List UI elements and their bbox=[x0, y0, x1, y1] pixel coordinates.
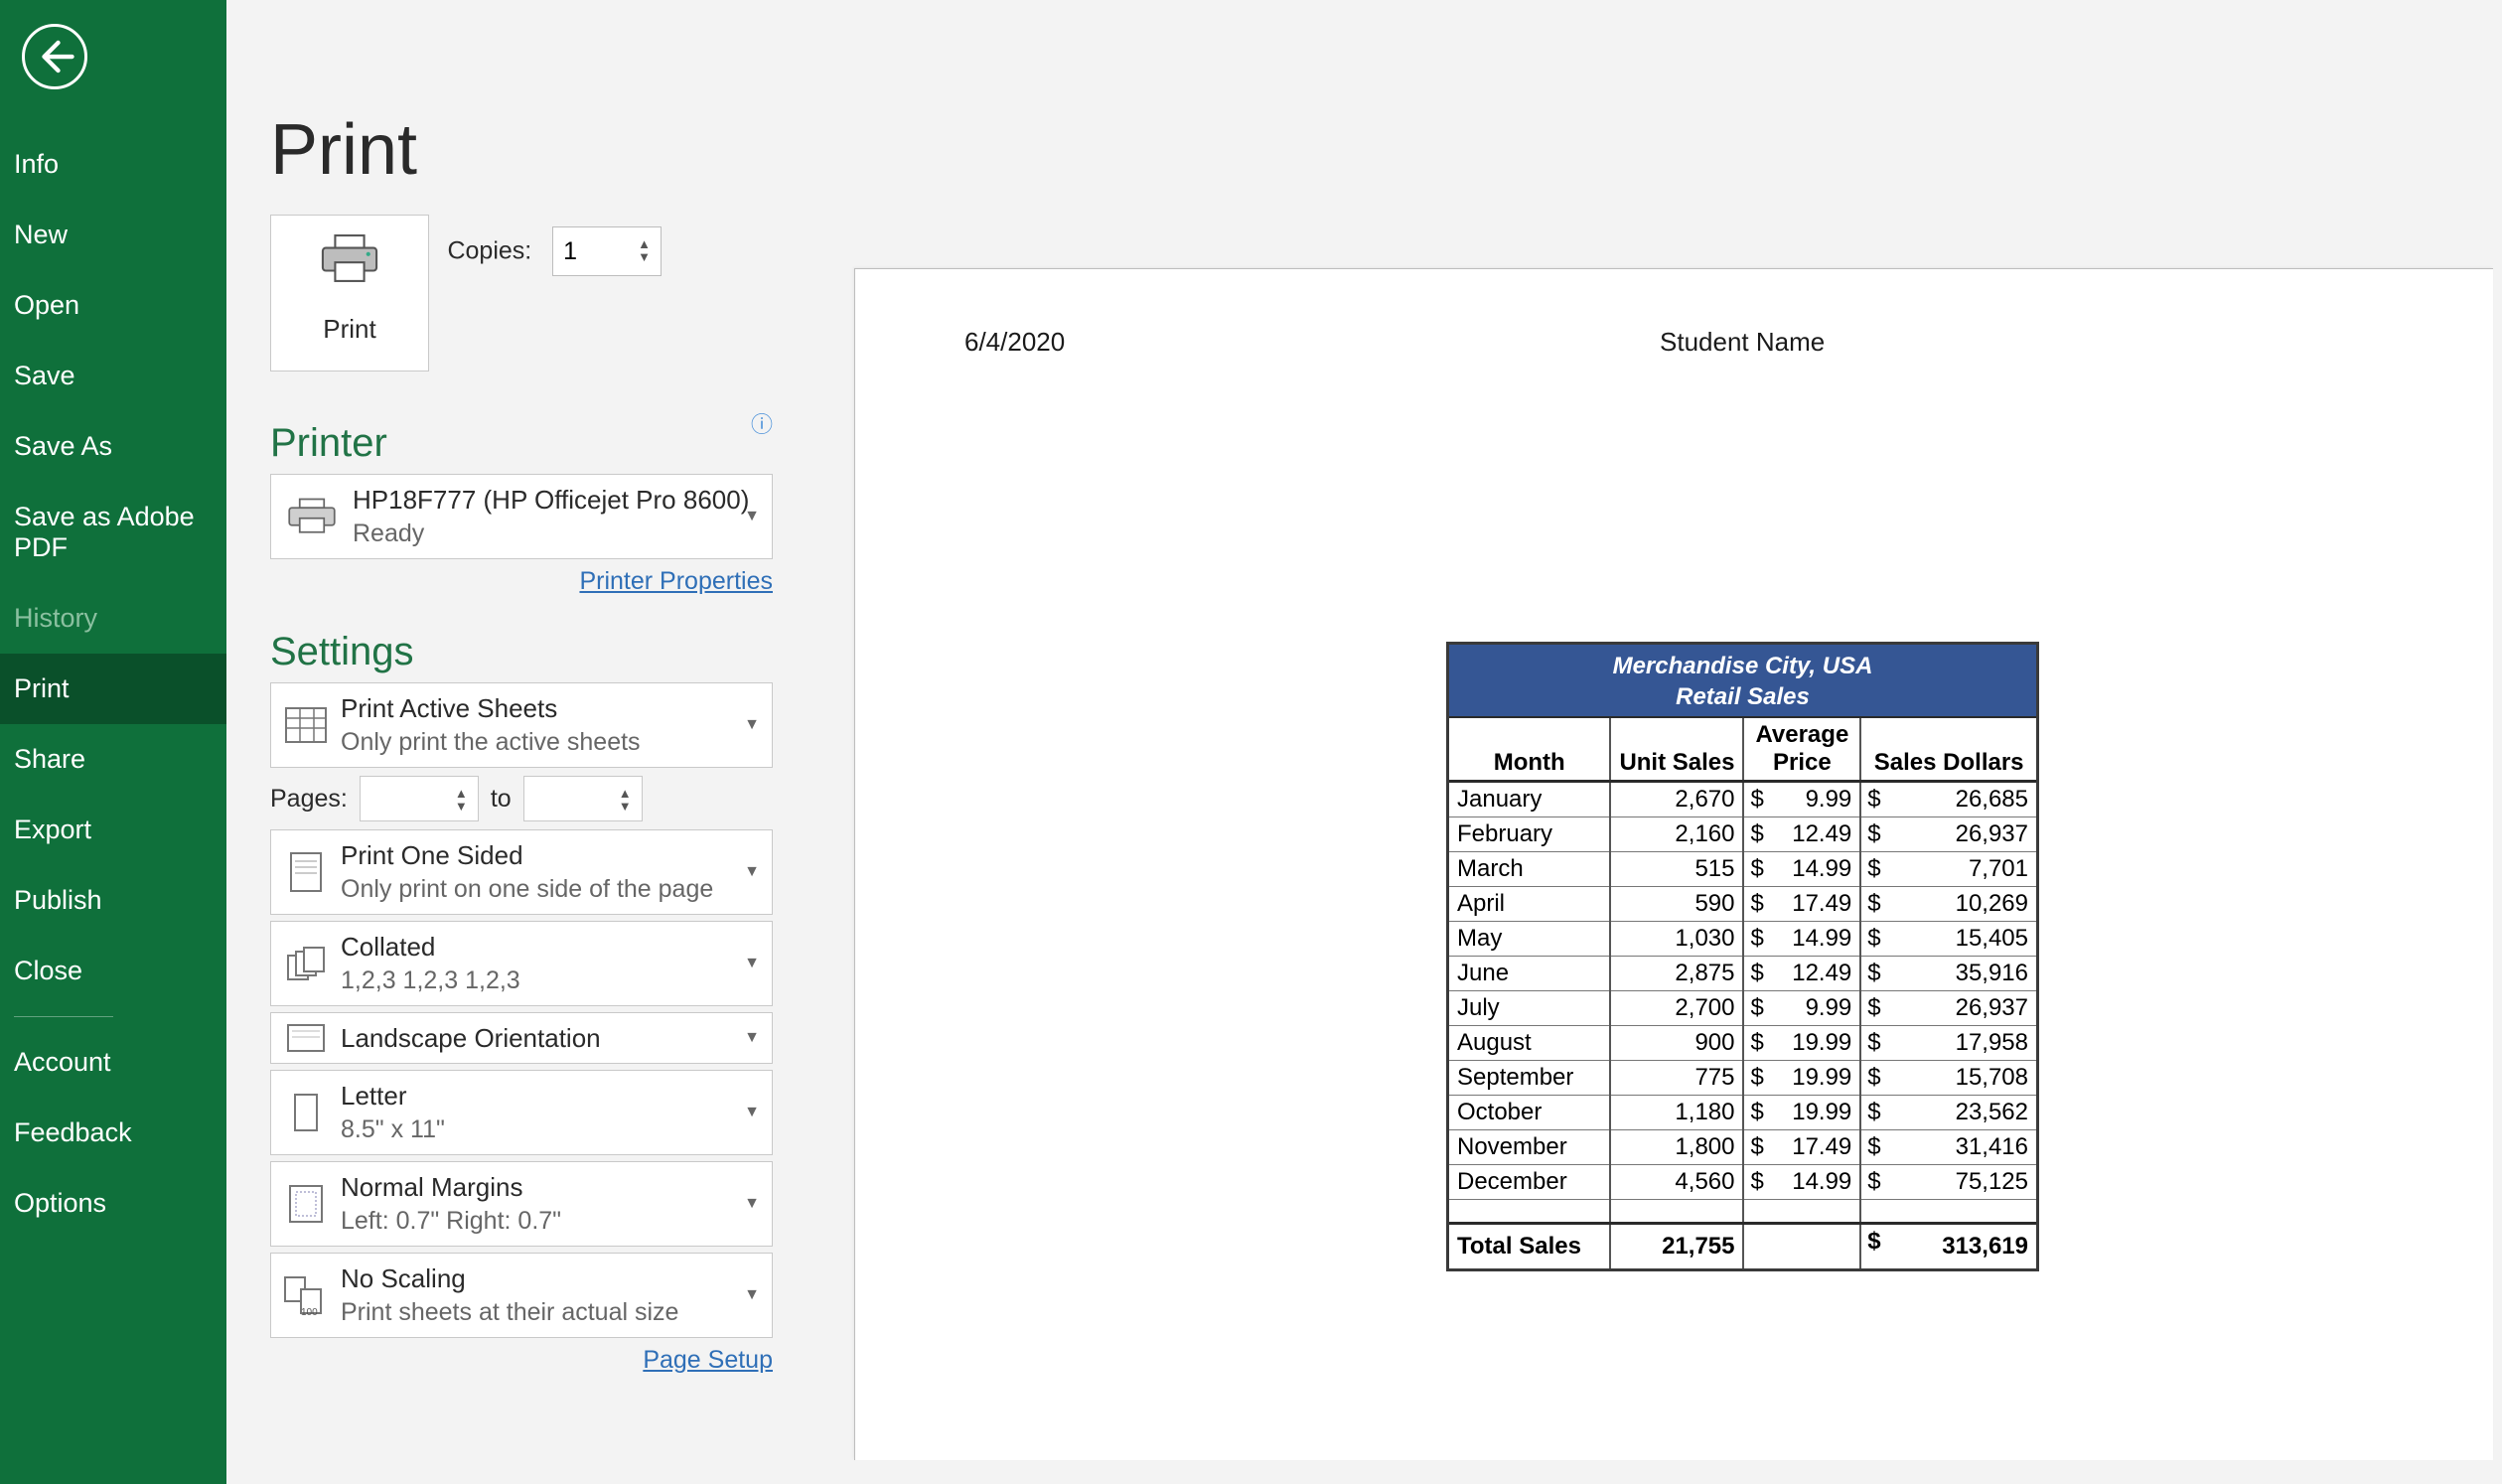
printer-device-icon bbox=[271, 496, 353, 537]
pages-from-spinner[interactable]: ▲▼ bbox=[455, 778, 475, 821]
chevron-down-icon: ▼ bbox=[744, 716, 760, 734]
printer-dropdown[interactable]: HP18F777 (HP Officejet Pro 8600) Ready ▼ bbox=[270, 474, 773, 559]
page-icon bbox=[271, 849, 341, 895]
sheet-title-banner: Merchandise City, USA Retail Sales bbox=[1449, 645, 2036, 718]
table-row: December4,560$14.99$75,125 bbox=[1449, 1164, 2036, 1199]
settings-heading: Settings bbox=[270, 630, 773, 674]
copies-label: Copies: bbox=[447, 237, 531, 265]
landscape-icon bbox=[271, 1021, 341, 1055]
printer-name: HP18F777 (HP Officejet Pro 8600) bbox=[353, 485, 749, 516]
table-row: June2,875$12.49$35,916 bbox=[1449, 956, 2036, 990]
sidebar-item-share[interactable]: Share bbox=[0, 724, 226, 795]
scaling-dropdown[interactable]: 100 No Scaling Print sheets at their act… bbox=[270, 1253, 773, 1338]
table-row: November1,800$17.49$31,416 bbox=[1449, 1129, 2036, 1164]
chevron-down-icon: ▼ bbox=[744, 508, 760, 525]
sidebar-item-new[interactable]: New bbox=[0, 200, 226, 270]
chevron-down-icon: ▼ bbox=[744, 1104, 760, 1121]
preview-author: Student Name bbox=[1660, 327, 1825, 358]
sidebar-item-account[interactable]: Account bbox=[0, 1027, 226, 1098]
print-button-label: Print bbox=[271, 314, 428, 345]
sidebar-item-options[interactable]: Options bbox=[0, 1168, 226, 1239]
table-row: September775$19.99$15,708 bbox=[1449, 1060, 2036, 1095]
sidebar-item-save-as-adobe-pdf[interactable]: Save as Adobe PDF bbox=[0, 482, 226, 583]
printer-heading: Printer bbox=[270, 421, 387, 466]
table-row: February2,160$12.49$26,937 bbox=[1449, 816, 2036, 851]
copies-spinner[interactable]: ▲▼ bbox=[638, 228, 658, 272]
collate-dropdown[interactable]: Collated 1,2,3 1,2,3 1,2,3 ▼ bbox=[270, 921, 773, 1006]
total-row: Total Sales 21,755 $313,619 bbox=[1449, 1223, 2036, 1268]
back-arrow-icon bbox=[34, 36, 75, 77]
pages-label: Pages: bbox=[270, 785, 348, 814]
table-row: April590$17.49$10,269 bbox=[1449, 886, 2036, 921]
chevron-down-icon: ▼ bbox=[744, 955, 760, 972]
print-button[interactable]: Print bbox=[270, 215, 429, 371]
pages-range: Pages: ▲▼ to ▲▼ bbox=[270, 776, 773, 821]
sidebar-item-info[interactable]: Info bbox=[0, 129, 226, 200]
preview-sheet: Merchandise City, USA Retail Sales Month… bbox=[1446, 642, 2039, 1271]
printer-info-icon[interactable]: ⓘ bbox=[751, 407, 773, 439]
chevron-down-icon: ▼ bbox=[744, 1029, 760, 1047]
table-header-row: Month Unit Sales AveragePrice Sales Doll… bbox=[1449, 718, 2036, 781]
sidebar-item-close[interactable]: Close bbox=[0, 936, 226, 1006]
printer-icon bbox=[271, 233, 428, 288]
svg-text:100: 100 bbox=[301, 1307, 318, 1317]
sidebar-item-history: History bbox=[0, 583, 226, 654]
backstage-sidebar: InfoNewOpenSaveSave AsSave as Adobe PDFH… bbox=[0, 0, 226, 1484]
paper-size-dropdown[interactable]: Letter 8.5" x 11" ▼ bbox=[270, 1070, 773, 1155]
printer-status: Ready bbox=[353, 519, 749, 548]
pages-to-spinner[interactable]: ▲▼ bbox=[619, 778, 639, 821]
sidebar-item-print[interactable]: Print bbox=[0, 654, 226, 724]
paper-icon bbox=[271, 1091, 341, 1134]
sidebar-item-feedback[interactable]: Feedback bbox=[0, 1098, 226, 1168]
print-preview: 6/4/2020 Student Name Merchandise City, … bbox=[854, 268, 2493, 1460]
sidebar-item-publish[interactable]: Publish bbox=[0, 865, 226, 936]
page-title: Print bbox=[270, 109, 2502, 191]
margins-dropdown[interactable]: Normal Margins Left: 0.7" Right: 0.7" ▼ bbox=[270, 1161, 773, 1247]
table-row: March515$14.99$7,701 bbox=[1449, 851, 2036, 886]
chevron-down-icon: ▼ bbox=[744, 863, 760, 881]
table-row: October1,180$19.99$23,562 bbox=[1449, 1095, 2036, 1129]
sidebar-item-open[interactable]: Open bbox=[0, 270, 226, 341]
preview-date: 6/4/2020 bbox=[964, 327, 1065, 358]
sidebar-item-export[interactable]: Export bbox=[0, 795, 226, 865]
table-row: July2,700$9.99$26,937 bbox=[1449, 990, 2036, 1025]
collate-icon bbox=[271, 944, 341, 983]
chevron-down-icon: ▼ bbox=[744, 1195, 760, 1213]
duplex-dropdown[interactable]: Print One Sided Only print on one side o… bbox=[270, 829, 773, 915]
scaling-icon: 100 bbox=[271, 1273, 341, 1317]
print-scope-dropdown[interactable]: Print Active Sheets Only print the activ… bbox=[270, 682, 773, 768]
chevron-down-icon: ▼ bbox=[744, 1286, 760, 1304]
sheets-icon bbox=[271, 704, 341, 746]
margins-icon bbox=[271, 1182, 341, 1226]
pages-to-label: to bbox=[491, 785, 512, 814]
table-row: May1,030$14.99$15,405 bbox=[1449, 921, 2036, 956]
table-row: August900$19.99$17,958 bbox=[1449, 1025, 2036, 1060]
back-button[interactable] bbox=[22, 24, 87, 89]
sheet-table: Month Unit Sales AveragePrice Sales Doll… bbox=[1449, 718, 2036, 1267]
sidebar-item-save-as[interactable]: Save As bbox=[0, 411, 226, 482]
orientation-dropdown[interactable]: Landscape Orientation ▼ bbox=[270, 1012, 773, 1064]
table-row: January2,670$9.99$26,685 bbox=[1449, 781, 2036, 816]
sidebar-item-save[interactable]: Save bbox=[0, 341, 226, 411]
printer-properties-link[interactable]: Printer Properties bbox=[579, 567, 773, 595]
page-setup-link[interactable]: Page Setup bbox=[643, 1346, 773, 1374]
